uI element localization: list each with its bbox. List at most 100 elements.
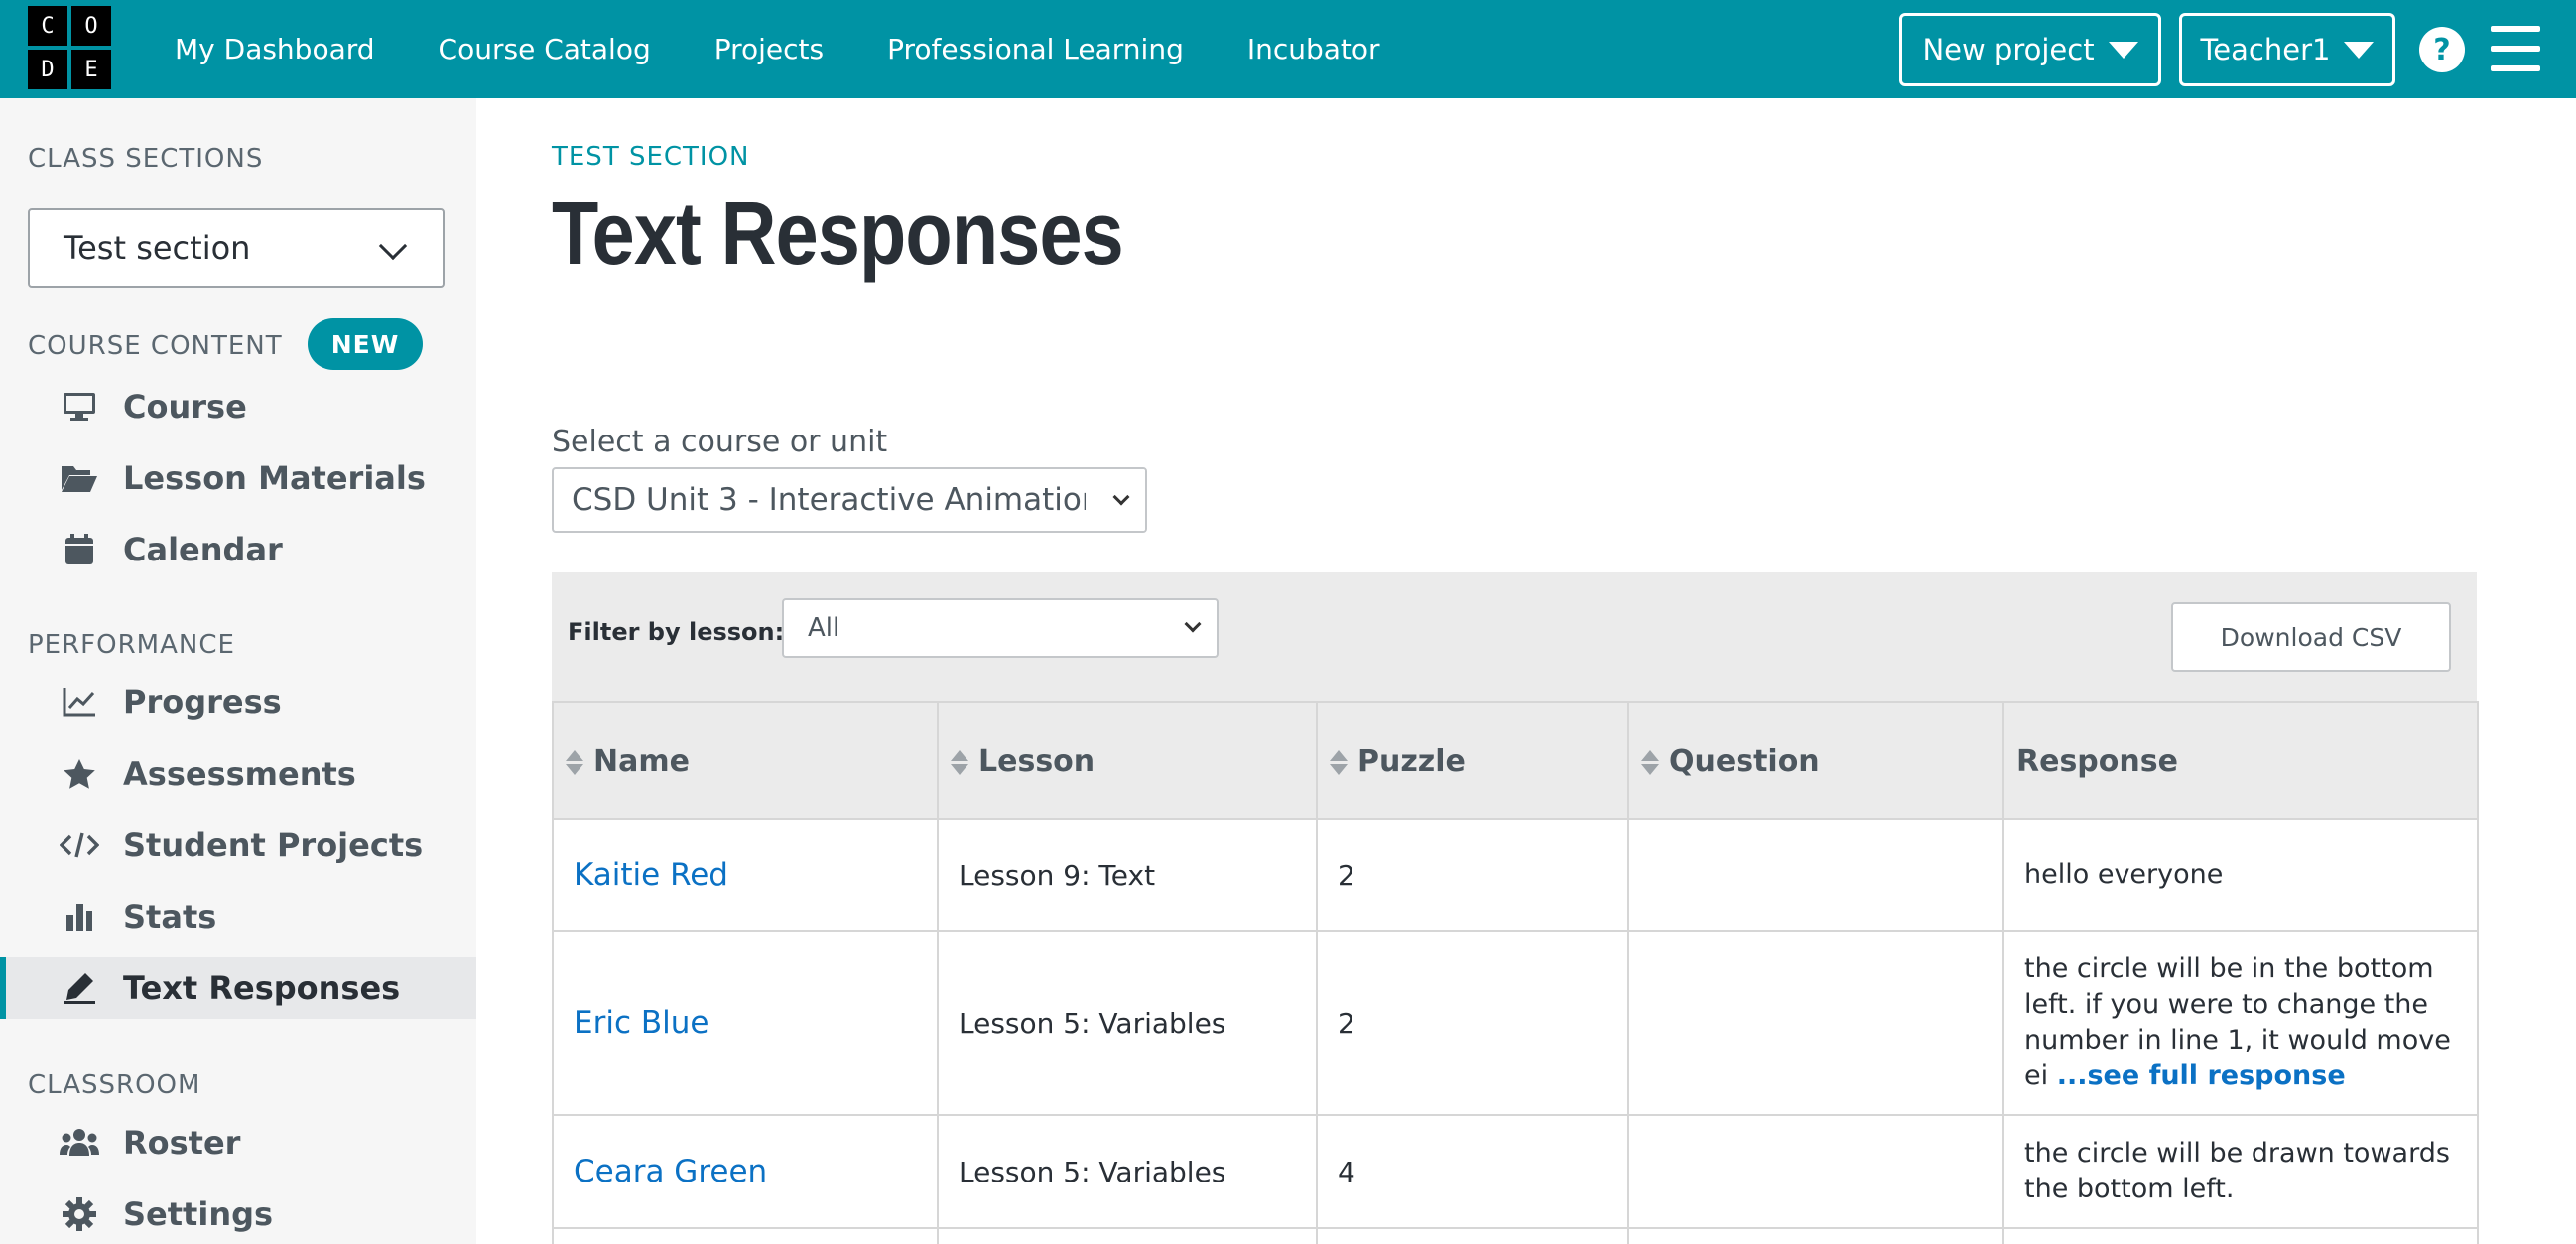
puzzle-cell: 2 [1316, 930, 1629, 1116]
table-row: Kaitie Red Lesson 9: Text 2 hello everyo… [552, 818, 2479, 932]
user-menu-button[interactable]: Teacher1 [2179, 13, 2395, 86]
puzzle-cell: 4 [1316, 1114, 1629, 1229]
hamburger-menu-icon[interactable] [2491, 26, 2540, 71]
lesson-cell: Lesson 9: Text [937, 818, 1318, 932]
lesson-filter-value: All [808, 613, 840, 643]
nav-professional-learning[interactable]: Professional Learning [887, 33, 1184, 65]
column-header-name[interactable]: Name [552, 701, 939, 820]
sidebar-item-label: Assessments [123, 755, 356, 793]
sidebar-item-settings[interactable]: Settings [0, 1183, 476, 1244]
sidebar-item-label: Stats [123, 898, 217, 935]
column-header-label: Puzzle [1357, 743, 1466, 779]
lesson-cell: Lesson 5: Variables [937, 1114, 1318, 1229]
student-name-cell: Eric Blue [552, 930, 939, 1116]
code-org-logo[interactable]: C O D E [28, 6, 111, 89]
new-project-button[interactable]: New project [1899, 13, 2161, 86]
column-header-label: Question [1669, 743, 1820, 779]
user-name: Teacher1 [2200, 33, 2331, 66]
sidebar-item-label: Settings [123, 1195, 274, 1233]
student-name-cell: Ceara Green [552, 1114, 939, 1229]
calendar-icon [60, 530, 99, 569]
sidebar-item-label: Text Responses [123, 969, 401, 1007]
sort-icon [1330, 749, 1350, 775]
sidebar-item-course[interactable]: Course [0, 376, 476, 437]
column-header-question[interactable]: Question [1627, 701, 2004, 820]
column-header-label: Lesson [978, 743, 1095, 779]
chevron-down-icon [1184, 615, 1202, 633]
classroom-heading: CLASSROOM [28, 1070, 201, 1100]
sort-icon [1641, 749, 1661, 775]
response-text: the circle will be drawn towards the bot… [2024, 1138, 2450, 1204]
logo-letter: C [28, 6, 67, 46]
new-badge: NEW [308, 318, 423, 370]
response-cell: hello everyone [2002, 818, 2479, 932]
sidebar-item-assessments[interactable]: Assessments [0, 743, 476, 805]
filter-bar: Filter by lesson: All Download CSV [552, 572, 2477, 701]
star-icon [60, 754, 99, 794]
sidebar-item-label: Calendar [123, 531, 283, 568]
table-row: Eric Blue Lesson 5: Variables 2 the circ… [552, 930, 2479, 1116]
sidebar-item-text-responses[interactable]: Text Responses [0, 957, 476, 1019]
logo-letter: E [71, 50, 111, 89]
lesson-filter-dropdown[interactable]: All [782, 598, 1219, 658]
student-name-cell: Kaitie Red [552, 818, 939, 932]
responses-table: Name Lesson Puzzle Question Response Kai… [552, 701, 2479, 1244]
nav-links: My Dashboard Course Catalog Projects Pro… [175, 0, 1444, 98]
nav-course-catalog[interactable]: Course Catalog [439, 33, 651, 65]
code-icon [60, 825, 99, 865]
class-sections-heading: CLASS SECTIONS [28, 144, 264, 174]
gear-icon [60, 1194, 99, 1234]
sort-icon [566, 749, 585, 775]
question-cell [1627, 930, 2004, 1116]
table-header-row: Name Lesson Puzzle Question Response [552, 701, 2479, 820]
student-name-link[interactable]: Eric Blue [574, 1005, 708, 1041]
sidebar-item-student-projects[interactable]: Student Projects [0, 814, 476, 876]
sort-icon [951, 749, 970, 775]
section-dropdown-value: Test section [64, 229, 251, 267]
section-eyebrow: TEST SECTION [552, 142, 750, 172]
column-header-puzzle[interactable]: Puzzle [1316, 701, 1629, 820]
response-cell: the circle will be in the bottom left. i… [2002, 930, 2479, 1116]
table-row [552, 1227, 2479, 1244]
help-icon[interactable]: ? [2419, 27, 2465, 72]
nav-my-dashboard[interactable]: My Dashboard [175, 33, 375, 65]
new-project-label: New project [1922, 33, 2095, 66]
sidebar-item-label: Student Projects [123, 826, 424, 864]
nav-projects[interactable]: Projects [714, 33, 824, 65]
caret-down-icon [2108, 41, 2138, 59]
column-header-label: Name [593, 743, 690, 779]
course-select-label: Select a course or unit [552, 425, 888, 459]
monitor-icon [60, 387, 99, 427]
puzzle-cell: 2 [1316, 818, 1629, 932]
sidebar-item-stats[interactable]: Stats [0, 886, 476, 947]
performance-heading: PERFORMANCE [28, 630, 235, 660]
users-icon [60, 1123, 99, 1163]
section-dropdown[interactable]: Test section [28, 208, 445, 288]
sidebar-item-lesson-materials[interactable]: Lesson Materials [0, 447, 476, 509]
download-csv-button[interactable]: Download CSV [2171, 602, 2451, 672]
response-text: hello everyone [2024, 859, 2224, 890]
sidebar-item-progress[interactable]: Progress [0, 672, 476, 733]
sidebar-item-calendar[interactable]: Calendar [0, 519, 476, 580]
student-name-link[interactable]: Kaitie Red [574, 857, 728, 893]
course-content-heading: COURSE CONTENT [28, 331, 283, 361]
course-unit-value: CSD Unit 3 - Interactive Animations [572, 482, 1117, 518]
sidebar-item-label: Roster [123, 1124, 241, 1162]
column-header-response: Response [2002, 701, 2479, 820]
logo-letter: D [28, 50, 67, 89]
logo-letter: O [71, 6, 111, 46]
column-header-label: Response [2016, 743, 2178, 779]
sidebar-item-label: Course [123, 388, 247, 426]
line-chart-icon [60, 683, 99, 722]
table-row: Ceara Green Lesson 5: Variables 4 the ci… [552, 1114, 2479, 1229]
sidebar: CLASS SECTIONS Test section COURSE CONTE… [0, 98, 476, 1244]
question-cell [1627, 1114, 2004, 1229]
column-header-lesson[interactable]: Lesson [937, 701, 1318, 820]
caret-down-icon [2344, 41, 2375, 59]
filter-label: Filter by lesson: [568, 618, 785, 646]
student-name-link[interactable]: Ceara Green [574, 1154, 767, 1189]
see-full-response-link[interactable]: ...see full response [2057, 1060, 2346, 1091]
nav-incubator[interactable]: Incubator [1247, 33, 1380, 65]
sidebar-item-roster[interactable]: Roster [0, 1112, 476, 1174]
course-unit-dropdown[interactable]: CSD Unit 3 - Interactive Animations [552, 467, 1147, 533]
